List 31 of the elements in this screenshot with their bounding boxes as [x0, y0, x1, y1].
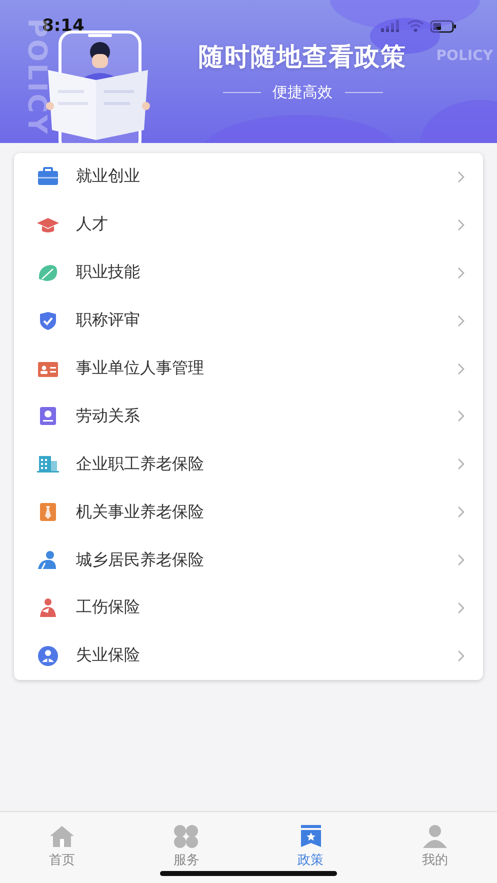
- battery-icon: [430, 20, 457, 32]
- chevron-right-icon: [457, 458, 465, 470]
- chevron-right-icon: [457, 650, 465, 662]
- chevron-right-icon: [457, 506, 465, 518]
- menu-item[interactable]: 城乡居民养老保险: [14, 536, 483, 584]
- signal-icon: [381, 20, 401, 32]
- menu-item[interactable]: 人才: [14, 200, 483, 249]
- chevron-right-icon: [457, 362, 465, 374]
- wifi-icon: [407, 20, 424, 32]
- menu-item[interactable]: 事业单位人事管理: [14, 344, 483, 392]
- grid-icon: [172, 824, 200, 848]
- chevron-right-icon: [457, 218, 465, 231]
- chevron-right-icon: [457, 266, 465, 279]
- menu-item[interactable]: 就业创业: [14, 153, 483, 201]
- menu-item[interactable]: 企业职工养老保险: [14, 440, 483, 488]
- menu-item[interactable]: 职业技能: [14, 248, 483, 297]
- chevron-right-icon: [457, 602, 465, 614]
- banner-subtitle: 便捷高效: [272, 83, 332, 102]
- chevron-right-icon: [457, 554, 465, 566]
- tab[interactable]: 政策: [248, 812, 373, 883]
- person-icon: [420, 824, 449, 848]
- menu-item[interactable]: 职称评审: [14, 296, 483, 345]
- menu-item[interactable]: 失业保险: [14, 632, 483, 680]
- chevron-right-icon: [457, 170, 465, 183]
- chevron-right-icon: [457, 410, 465, 422]
- home-icon: [48, 824, 76, 848]
- chevron-right-icon: [457, 314, 465, 327]
- menu-item[interactable]: 机关事业养老保险: [14, 488, 483, 536]
- menu-item[interactable]: 劳动关系: [14, 392, 483, 440]
- banner-title: 随时随地查看政策: [198, 41, 406, 73]
- menu-item[interactable]: 工伤保险: [14, 584, 483, 632]
